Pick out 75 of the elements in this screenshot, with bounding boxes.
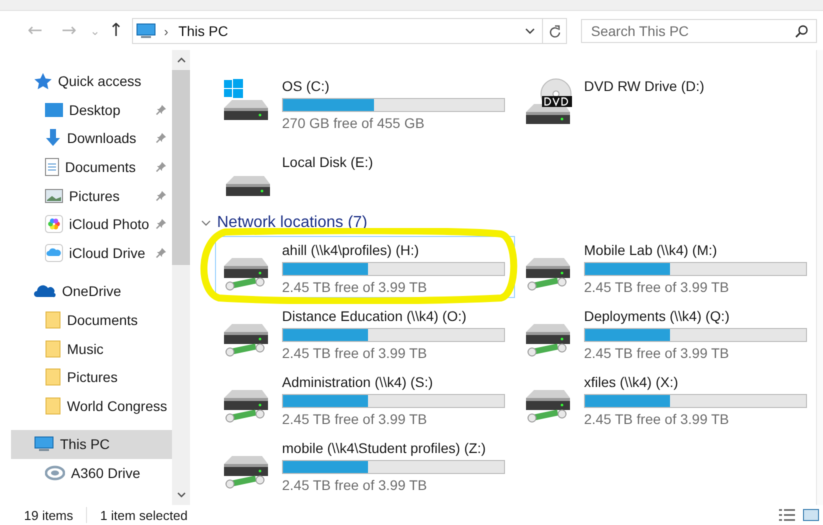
free-space-text: 2.45 TB free of 3.99 TB [584,345,730,361]
image-icon [45,188,63,203]
drive-name: mobile (\\k4\Student profiles) (Z:) [282,440,487,456]
drive-item[interactable]: OS (C:) 270 GB free of 455 GB [215,72,515,134]
sidebar-item[interactable]: Pictures [0,181,172,210]
swirl-icon [45,465,65,482]
free-space-text: 2.45 TB free of 3.99 TB [282,477,428,493]
computer-icon [34,436,54,452]
drive-icon [225,175,271,197]
scroll-down-icon [176,492,186,498]
folder-icon [45,311,61,330]
drive-name: Distance Education (\\k4) (O:) [282,308,468,324]
sidebar-item[interactable]: OneDrive [0,277,172,306]
drive-name: Mobile Lab (\\k4) (M:) [584,242,718,258]
details-view-icon [779,509,795,521]
cloud-icon [34,284,56,298]
breadcrumb-separator: › [164,24,168,38]
drive-name: xfiles (\\k4) (X:) [584,374,680,390]
breadcrumb-item[interactable]: This PC [178,23,228,39]
drive-item[interactable]: DVD RW Drive (D:) [517,72,816,134]
drive-name: DVD RW Drive (D:) [584,78,704,94]
up-button[interactable]: ↑ [104,22,128,40]
chevron-icon [201,220,211,226]
sidebar-item[interactable]: iCloud Drive [0,238,172,268]
drive-item[interactable]: Mobile Lab (\\k4) (M:) 2.45 TB free of 3.99 TB [517,236,816,298]
drive-item[interactable]: mobile (\\k4\Student profiles) (Z:) 2.45 TB free of 3.99 TB [215,434,515,496]
drive-item[interactable]: Administration (\\k4) (S:) 2.45 TB free of 3.99 TB [215,368,515,430]
drive-name: Deployments (\\k4) (Q:) [584,308,730,324]
flower-icon [45,215,63,234]
tiles-view-icon [803,509,819,521]
sidebar-item[interactable]: Music [0,334,172,363]
sidebar-item[interactable]: Pictures [0,362,172,392]
drive-name: Local Disk (E:) [282,154,374,170]
computer-icon [136,23,156,39]
sidebar-item[interactable]: Quick access [0,67,172,96]
refresh-icon [548,24,560,38]
free-space-text: 2.45 TB free of 3.99 TB [282,345,428,361]
sidebar-item[interactable]: Downloads [0,124,172,153]
drive-item[interactable]: Distance Education (\\k4) (O:) 2.45 TB free of 3.99 TB [215,302,515,364]
desktop-icon [45,102,63,117]
folder-icon [45,368,61,386]
drive-name: OS (C:) [282,78,330,94]
selection-status: 1 item selected [100,508,188,522]
drive-name: ahill (\\k4\profiles) (H:) [282,242,420,258]
free-space-text: 2.45 TB free of 3.99 TB [282,279,428,295]
scroll-up-icon [176,57,186,63]
folder-icon [45,340,61,358]
address-bar[interactable]: › This PC [132,18,567,44]
free-space-text: 2.45 TB free of 3.99 TB [282,411,428,427]
sidebar-item[interactable]: A360 Drive [0,458,172,488]
chevron-icon [525,28,535,34]
drive-name: Administration (\\k4) (S:) [282,374,434,390]
drive-item[interactable]: xfiles (\\k4) (X:) 2.45 TB free of 3.99 TB [517,368,816,430]
free-space-text: 270 GB free of 455 GB [282,115,426,131]
free-space-text: 2.45 TB free of 3.99 TB [584,279,730,295]
sidebar-item[interactable]: World Congress [0,392,172,420]
cloud-icon [45,244,63,262]
sidebar-item[interactable]: Documents [0,306,172,334]
sidebar-item[interactable]: iCloud Photo [0,210,172,239]
scrollbar-thumb[interactable] [172,70,190,265]
sidebar-item[interactable]: Desktop [0,96,172,124]
item-count: 19 items [24,508,74,522]
drive-item[interactable]: Deployments (\\k4) (Q:) 2.45 TB free of 3.99 TB [517,302,816,364]
drive-item[interactable]: Local Disk (E:) [215,148,515,210]
sidebar-item[interactable]: Documents [0,152,172,182]
document-icon [45,158,59,176]
drive-item[interactable]: ahill (\\k4\profiles) (H:) 2.45 TB free of 3.99 TB [215,236,515,298]
sidebar-item[interactable]: This PC [11,430,172,459]
search-icon [795,24,808,38]
folder-icon [45,396,61,415]
scrollbar[interactable] [172,50,190,505]
download-icon [45,129,61,148]
free-space-text: 2.45 TB free of 3.99 TB [584,411,730,427]
star-icon [34,72,52,90]
search-field[interactable]: Search This PC [581,19,817,43]
